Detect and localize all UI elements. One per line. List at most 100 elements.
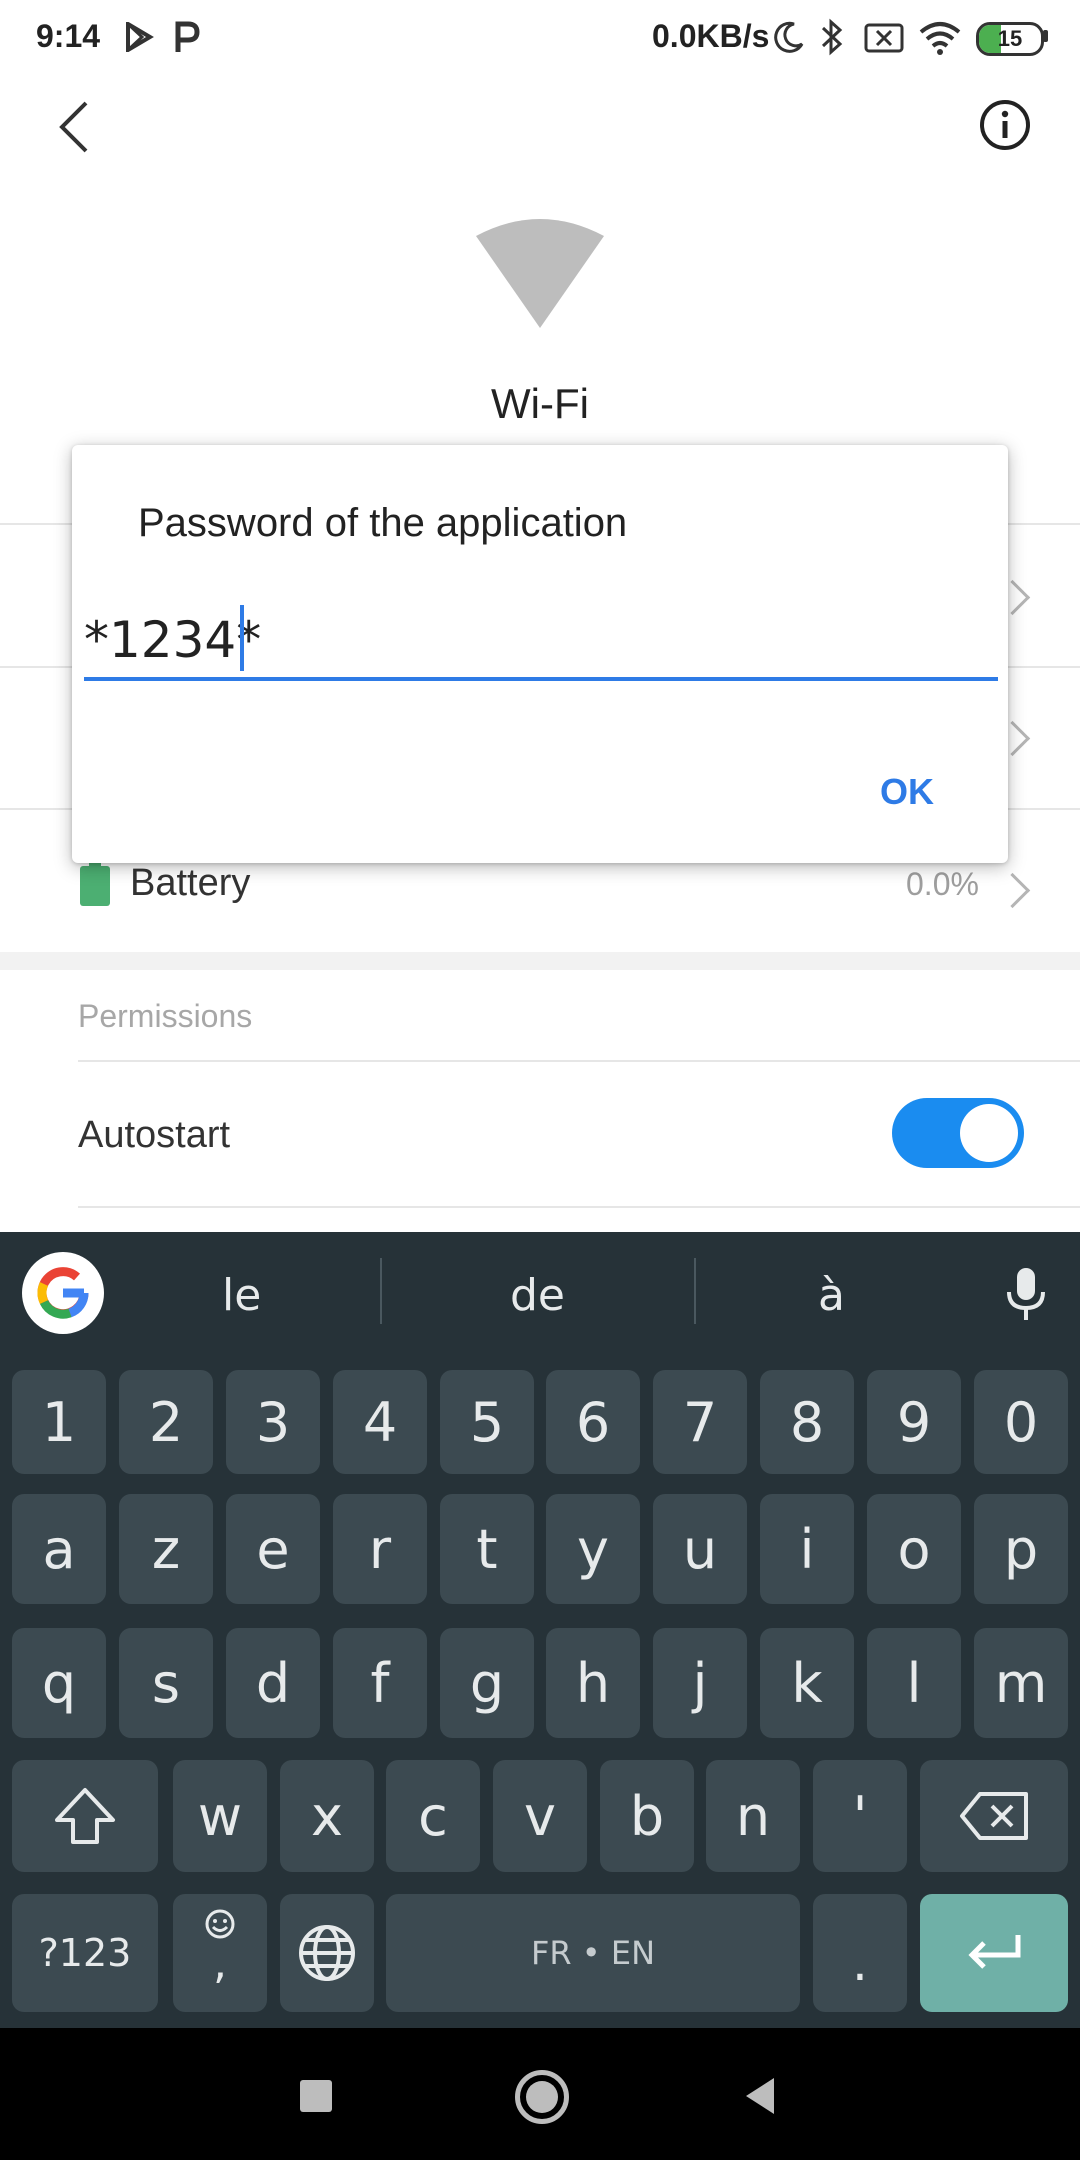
wifi-status-icon	[919, 22, 961, 55]
suggestion-1[interactable]: le	[222, 1270, 261, 1321]
comma-label: ,	[213, 1938, 227, 1989]
recents-button[interactable]	[300, 2080, 332, 2112]
emoji-icon	[205, 1909, 235, 1939]
input-underline	[84, 677, 998, 681]
battery-value: 0.0%	[906, 866, 979, 902]
autostart-label: Autostart	[78, 1114, 231, 1156]
key-n[interactable]: n	[706, 1760, 800, 1872]
key-g[interactable]: g	[440, 1628, 534, 1738]
key-v[interactable]: v	[493, 1760, 587, 1872]
permissions-section-label: Permissions	[78, 998, 253, 1034]
parking-icon	[175, 21, 200, 52]
play-store-icon	[126, 22, 154, 52]
suggestion-divider	[380, 1258, 382, 1324]
autostart-row[interactable]: Autostart	[0, 1062, 1080, 1206]
key-3[interactable]: 3	[226, 1370, 320, 1474]
key-l[interactable]: l	[867, 1628, 961, 1738]
key-x[interactable]: x	[280, 1760, 374, 1872]
key-6[interactable]: 6	[546, 1370, 640, 1474]
key-a[interactable]: a	[12, 1494, 106, 1604]
key-j[interactable]: j	[653, 1628, 747, 1738]
key-f[interactable]: f	[333, 1628, 427, 1738]
suggestion-3[interactable]: à	[818, 1270, 845, 1321]
back-button[interactable]	[44, 92, 104, 162]
enter-icon	[968, 1935, 1021, 1969]
microphone-icon[interactable]	[1004, 1266, 1048, 1322]
key-9[interactable]: 9	[867, 1370, 961, 1474]
text-cursor	[240, 605, 244, 671]
key-h[interactable]: h	[546, 1628, 640, 1738]
key-4[interactable]: 4	[333, 1370, 427, 1474]
key-2[interactable]: 2	[119, 1370, 213, 1474]
dialog-title: Password of the application	[138, 501, 628, 545]
key-t[interactable]: t	[440, 1494, 534, 1604]
ok-button[interactable]: OK	[852, 757, 962, 827]
key-apostrophe[interactable]: '	[813, 1760, 907, 1872]
wifi-device-icon	[476, 219, 604, 328]
back-nav-button[interactable]	[744, 2076, 776, 2116]
chevron-right-icon	[994, 872, 1031, 909]
period-label: .	[852, 1934, 868, 1992]
device-title: Wi-Fi	[491, 380, 589, 427]
key-q[interactable]: q	[12, 1628, 106, 1738]
home-button[interactable]	[515, 2070, 569, 2124]
key-z[interactable]: z	[119, 1494, 213, 1604]
battery-icon	[80, 861, 110, 906]
key-c[interactable]: c	[386, 1760, 480, 1872]
key-r[interactable]: r	[333, 1494, 427, 1604]
info-icon	[980, 100, 1030, 150]
key-p[interactable]: p	[974, 1494, 1068, 1604]
symbols-key[interactable]: ?123	[12, 1894, 158, 2012]
key-7[interactable]: 7	[653, 1370, 747, 1474]
globe-icon	[299, 1925, 355, 1981]
shift-key[interactable]	[12, 1760, 158, 1872]
network-speed: 0.0KB/s	[652, 18, 770, 54]
key-s[interactable]: s	[119, 1628, 213, 1738]
info-button[interactable]	[976, 96, 1034, 154]
back-arrow-icon	[59, 101, 88, 153]
key-b[interactable]: b	[600, 1760, 694, 1872]
google-button[interactable]	[22, 1252, 104, 1334]
emoji-comma-key[interactable]: ,	[173, 1894, 267, 2012]
status-bar: 9:14 0.0KB/s 15	[0, 0, 1080, 74]
suggestion-divider	[694, 1258, 696, 1324]
password-input-value: *1234*	[84, 611, 262, 669]
moon-icon	[774, 21, 804, 53]
battery-level: 15	[997, 26, 1023, 51]
battery-status-icon: 15	[976, 22, 1044, 56]
google-icon	[37, 1267, 89, 1319]
section-gap	[0, 952, 1080, 970]
battery-tip	[1043, 30, 1048, 42]
key-k[interactable]: k	[760, 1628, 854, 1738]
key-d[interactable]: d	[226, 1628, 320, 1738]
system-nav-bar	[0, 2028, 1080, 2160]
language-key[interactable]	[280, 1894, 374, 2012]
key-w[interactable]: w	[173, 1760, 267, 1872]
key-i[interactable]: i	[760, 1494, 854, 1604]
space-bar[interactable]: FR • EN	[386, 1894, 800, 2012]
backspace-icon	[960, 1792, 1028, 1840]
key-y[interactable]: y	[546, 1494, 640, 1604]
backspace-key[interactable]	[920, 1760, 1068, 1872]
shift-icon	[55, 1788, 115, 1844]
key-o[interactable]: o	[867, 1494, 961, 1604]
key-0[interactable]: 0	[974, 1370, 1068, 1474]
status-time: 9:14	[36, 18, 101, 54]
bluetooth-icon	[821, 18, 843, 56]
key-8[interactable]: 8	[760, 1370, 854, 1474]
battery-label: Battery	[130, 862, 251, 904]
autostart-toggle[interactable]	[892, 1098, 1024, 1168]
password-dialog: Password of the application *1234* OK	[72, 445, 1008, 863]
key-1[interactable]: 1	[12, 1370, 106, 1474]
enter-key[interactable]	[920, 1894, 1068, 2012]
key-m[interactable]: m	[974, 1628, 1068, 1738]
key-u[interactable]: u	[653, 1494, 747, 1604]
password-input[interactable]: *1234*	[84, 605, 998, 685]
toggle-knob	[960, 1104, 1018, 1162]
period-key[interactable]: .	[813, 1894, 907, 2012]
key-5[interactable]: 5	[440, 1370, 534, 1474]
no-sim-icon	[864, 23, 904, 53]
key-e[interactable]: e	[226, 1494, 320, 1604]
row-divider	[78, 1206, 1080, 1208]
suggestion-2[interactable]: de	[510, 1270, 565, 1321]
